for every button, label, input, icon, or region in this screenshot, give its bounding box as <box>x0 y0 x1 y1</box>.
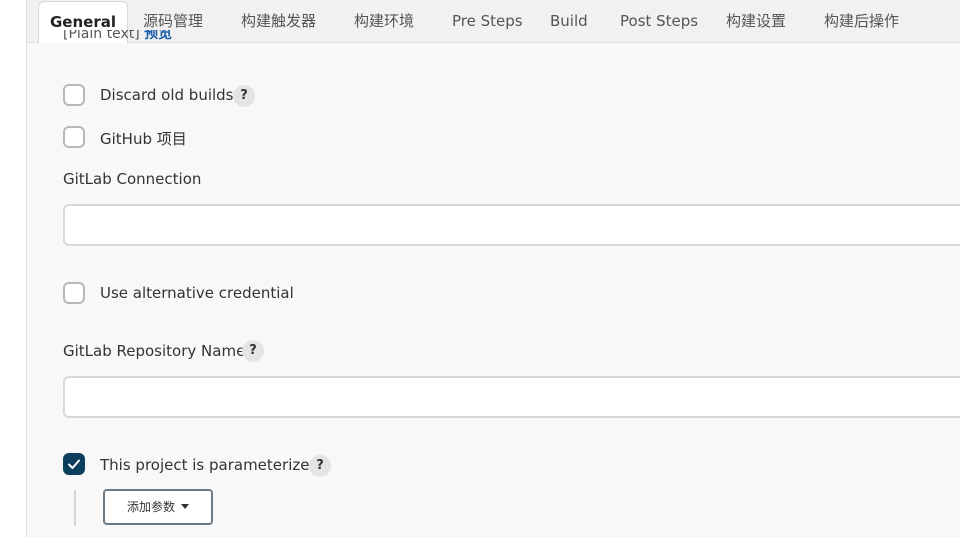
use-alternative-credential-checkbox[interactable] <box>63 282 85 304</box>
gitlab-connection-input[interactable] <box>63 204 960 246</box>
help-icon[interactable]: ? <box>309 455 331 477</box>
gitlab-repository-name-input[interactable] <box>63 376 960 418</box>
help-icon[interactable]: ? <box>242 340 264 362</box>
use-alternative-credential-label: Use alternative credential <box>100 284 294 302</box>
tab-build-settings[interactable]: 构建设置 <box>726 0 786 42</box>
description-format-hint: [Plain text] 预览 <box>63 30 172 44</box>
github-project-checkbox[interactable] <box>63 126 85 148</box>
plain-text-label: [Plain text] <box>63 30 140 42</box>
parameterized-label: This project is parameterized <box>100 456 319 474</box>
chevron-down-icon <box>181 504 189 509</box>
tab-build[interactable]: Build <box>550 0 588 42</box>
tab-post-build-actions[interactable]: 构建后操作 <box>824 0 899 42</box>
tab-post-steps[interactable]: Post Steps <box>620 0 698 42</box>
discard-old-builds-label: Discard old builds <box>100 86 234 104</box>
github-project-label: GitHub 项目 <box>100 130 187 148</box>
tab-build-triggers[interactable]: 构建触发器 <box>241 0 316 42</box>
tab-build-environment[interactable]: 构建环境 <box>354 0 414 42</box>
checkmark-icon <box>68 459 80 469</box>
parameterized-checkbox[interactable] <box>63 453 85 475</box>
add-parameter-button[interactable]: 添加参数 <box>103 489 213 525</box>
tab-pre-steps[interactable]: Pre Steps <box>452 0 523 42</box>
add-parameter-label: 添加参数 <box>126 500 175 514</box>
gitlab-connection-label: GitLab Connection <box>63 170 202 188</box>
help-icon[interactable]: ? <box>233 85 255 107</box>
discard-old-builds-checkbox[interactable] <box>63 84 85 106</box>
gitlab-repository-name-label: GitLab Repository Name <box>63 342 246 360</box>
preview-link[interactable]: 预览 <box>144 30 172 42</box>
nested-section-line <box>74 490 76 526</box>
